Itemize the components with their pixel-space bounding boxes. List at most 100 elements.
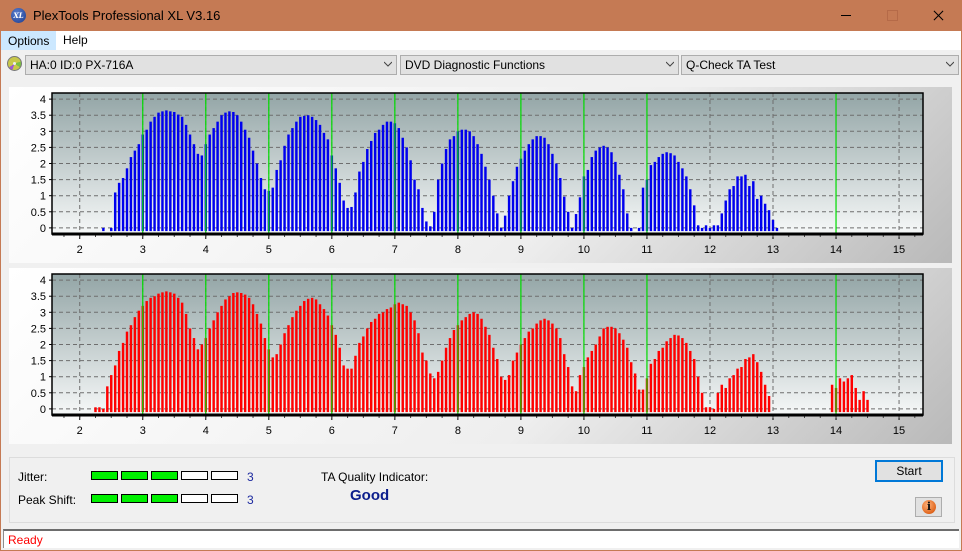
x-tick-label: 5 bbox=[266, 244, 272, 256]
bar bbox=[606, 147, 609, 232]
meter-segment bbox=[121, 471, 148, 480]
info-icon: i bbox=[922, 500, 936, 514]
bar bbox=[440, 360, 444, 413]
plextools-xl-logo-icon: XL bbox=[11, 8, 26, 23]
bar bbox=[165, 291, 168, 413]
bar bbox=[499, 376, 503, 413]
bar bbox=[362, 161, 365, 232]
bar bbox=[326, 315, 330, 413]
bar bbox=[389, 307, 393, 413]
bar bbox=[464, 129, 467, 232]
meter-segment bbox=[91, 471, 118, 480]
y-tick-label: 1 bbox=[40, 191, 46, 203]
x-tick-label: 12 bbox=[704, 244, 716, 256]
bar bbox=[563, 354, 566, 413]
bar bbox=[551, 323, 554, 413]
bar bbox=[133, 150, 137, 232]
maximize-icon[interactable] bbox=[869, 0, 915, 31]
start-button[interactable]: Start bbox=[875, 460, 943, 482]
bar bbox=[381, 312, 385, 413]
x-tick-label: 14 bbox=[830, 425, 842, 437]
bar bbox=[637, 389, 641, 413]
bar bbox=[547, 144, 550, 232]
bar bbox=[243, 129, 247, 232]
x-tick-label: 15 bbox=[893, 244, 905, 256]
bar bbox=[669, 153, 672, 232]
bar bbox=[373, 132, 377, 232]
bar bbox=[503, 215, 507, 232]
bar bbox=[271, 357, 274, 413]
bar bbox=[689, 350, 692, 413]
title-bar[interactable]: XL PlexTools Professional XL V3.16 bbox=[1, 0, 961, 31]
bar bbox=[121, 177, 125, 232]
function-group-select[interactable]: DVD Diagnostic Functions bbox=[400, 55, 679, 75]
bar bbox=[129, 325, 133, 413]
bar bbox=[401, 137, 404, 232]
bar bbox=[862, 391, 865, 413]
bar bbox=[610, 326, 613, 413]
bar bbox=[566, 211, 570, 232]
bar bbox=[275, 354, 278, 413]
x-tick-label: 7 bbox=[392, 244, 398, 256]
jitter-value: 3 bbox=[247, 470, 254, 484]
top-chart-panel: 0 0.5 1 1.5 2 2.5 3 3.5 4 2 3 4 5 6 7 8 9 10 11 12 13 14 15 bbox=[9, 87, 952, 263]
bar bbox=[385, 121, 389, 232]
bar bbox=[405, 147, 408, 232]
bar bbox=[173, 293, 176, 413]
status-bar: Ready bbox=[3, 529, 959, 548]
y-tick-label: 2.5 bbox=[31, 142, 46, 154]
bar bbox=[523, 150, 527, 232]
x-tick-label: 13 bbox=[767, 425, 779, 437]
bar bbox=[362, 336, 365, 413]
peak-shift-label: Peak Shift: bbox=[18, 493, 77, 507]
info-button[interactable]: i bbox=[915, 497, 942, 517]
bar bbox=[570, 386, 574, 413]
bar bbox=[212, 128, 215, 232]
bar bbox=[405, 305, 408, 413]
bar bbox=[236, 115, 239, 232]
bar bbox=[673, 155, 676, 232]
bar bbox=[748, 357, 751, 413]
bar bbox=[594, 150, 597, 232]
bar bbox=[425, 360, 428, 413]
bar bbox=[417, 189, 420, 232]
menu-options[interactable]: Options bbox=[1, 31, 57, 50]
bar bbox=[590, 157, 594, 232]
bar bbox=[397, 302, 401, 413]
bar bbox=[685, 176, 688, 232]
x-tick-label: 7 bbox=[392, 425, 398, 437]
bar bbox=[503, 379, 507, 413]
test-select[interactable]: Q-Check TA Test bbox=[681, 55, 959, 75]
bar bbox=[700, 227, 704, 232]
bar bbox=[117, 350, 121, 413]
meter-segment bbox=[151, 494, 178, 503]
bar bbox=[334, 334, 337, 413]
bar bbox=[299, 116, 302, 232]
bar bbox=[850, 375, 854, 413]
bar bbox=[169, 292, 172, 413]
bar bbox=[657, 157, 660, 232]
bar bbox=[716, 225, 720, 232]
bar bbox=[401, 304, 404, 413]
minimize-icon[interactable] bbox=[823, 0, 869, 31]
bar bbox=[153, 296, 156, 413]
bar bbox=[763, 203, 767, 232]
bar bbox=[243, 294, 247, 413]
bar bbox=[531, 328, 534, 413]
x-tick-label: 13 bbox=[767, 244, 779, 256]
bar bbox=[232, 111, 235, 232]
x-tick-label: 10 bbox=[578, 425, 590, 437]
bar bbox=[756, 362, 759, 413]
bar bbox=[496, 213, 499, 232]
menu-help[interactable]: Help bbox=[57, 31, 94, 50]
bar bbox=[251, 304, 255, 413]
bar bbox=[527, 331, 531, 413]
close-icon[interactable] bbox=[915, 0, 961, 31]
x-tick-label: 9 bbox=[518, 244, 524, 256]
x-tick-label: 6 bbox=[329, 244, 335, 256]
bar bbox=[602, 328, 605, 413]
device-select[interactable]: HA:0 ID:0 PX-716A bbox=[25, 55, 397, 75]
bar bbox=[598, 336, 601, 413]
bar bbox=[102, 227, 105, 232]
bar bbox=[724, 200, 727, 232]
